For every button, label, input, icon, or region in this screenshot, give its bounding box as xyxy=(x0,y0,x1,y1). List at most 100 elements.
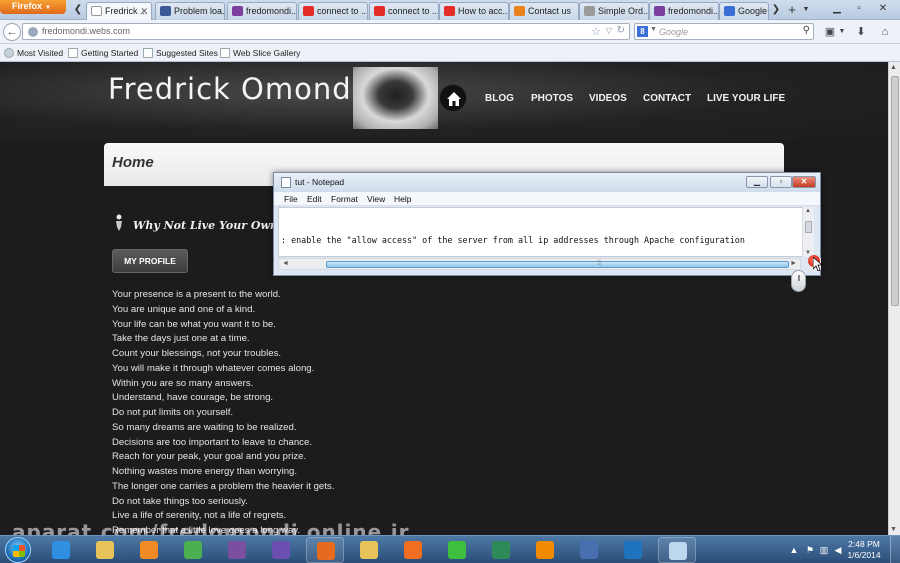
home-nav-button[interactable] xyxy=(439,84,467,112)
action-center-icon[interactable]: ⚑ xyxy=(804,544,816,556)
bookmark-star-icon[interactable]: ☆ xyxy=(591,25,601,38)
taskbar-media-player[interactable] xyxy=(130,537,168,563)
tab-scroll-right-icon[interactable]: ❯ xyxy=(770,3,782,17)
winrar-icon xyxy=(228,541,246,559)
site-title[interactable]: Fredrick Omondi xyxy=(108,72,361,106)
menu-format[interactable]: Format xyxy=(331,194,358,204)
restore-icon[interactable]: ▫ xyxy=(850,2,868,16)
notepad-minimize-button[interactable]: ▁ xyxy=(746,176,768,188)
tab-simple-order[interactable]: Simple Ord... xyxy=(579,2,649,20)
notepad-vscroll-thumb[interactable] xyxy=(805,221,812,233)
tab-fredrick[interactable]: Fredrick ... ✕ xyxy=(86,2,152,20)
taskbar-video-editor[interactable] xyxy=(570,537,608,563)
tab-scroll-left-icon[interactable]: ❮ xyxy=(72,3,84,17)
tab-how-to-access[interactable]: How to acc... xyxy=(439,2,509,20)
tab-connect-to-2[interactable]: connect to ... xyxy=(369,2,439,20)
new-tab-icon[interactable]: + xyxy=(786,3,798,17)
close-window-icon[interactable]: ✕ xyxy=(874,2,892,16)
web-page: Fredrick Omondi BLOG PHOTOS VIDEOS CONTA… xyxy=(0,62,888,535)
taskbar-chrome[interactable] xyxy=(174,537,212,563)
back-button[interactable]: ← xyxy=(3,23,21,41)
tab-fredomondi-1[interactable]: fredomondi... xyxy=(227,2,297,20)
nav-live-your-life[interactable]: LIVE YOUR LIFE xyxy=(707,93,785,104)
taskbar-green-app[interactable] xyxy=(438,537,476,563)
firefox-icon xyxy=(317,542,335,560)
nav-blog[interactable]: BLOG xyxy=(485,93,514,104)
show-hidden-icons-icon[interactable]: ▲ xyxy=(788,544,800,556)
menu-file[interactable]: File xyxy=(284,194,298,204)
bookmark-web-slice-gallery[interactable]: Web Slice Gallery xyxy=(220,47,300,59)
minimize-icon[interactable]: ▁ xyxy=(828,2,846,16)
youtube-icon xyxy=(444,6,455,16)
notepad-hscroll-thumb[interactable]: ⦙⦙⦙ xyxy=(326,260,789,268)
bookmark-getting-started[interactable]: Getting Started xyxy=(68,47,138,59)
internet-explorer-icon xyxy=(52,541,70,559)
google-icon xyxy=(724,6,735,16)
tab-problem-loading[interactable]: Problem loa... xyxy=(155,2,225,20)
search-icon[interactable]: ⚲ xyxy=(803,25,810,36)
url-history-dropdown-icon[interactable]: ▽ xyxy=(606,26,612,35)
bookmark-most-visited[interactable]: Most Visited xyxy=(4,47,63,59)
download-icon[interactable]: ⬇ xyxy=(853,24,869,40)
bookmark-suggested-sites[interactable]: Suggested Sites xyxy=(143,47,218,59)
taskbar-file-explorer[interactable] xyxy=(86,537,124,563)
addon-dropdown-icon[interactable]: ▼ xyxy=(834,24,850,40)
tab-connect-to-1[interactable]: connect to ... xyxy=(298,2,368,20)
home-icon[interactable]: ⌂ xyxy=(877,24,893,40)
notepad-horizontal-scrollbar[interactable]: ◄ ⦙⦙⦙ ► xyxy=(278,258,801,270)
site-identity-icon[interactable] xyxy=(28,27,38,37)
notepad-vertical-scrollbar[interactable]: ▲ ▼ xyxy=(802,207,814,257)
vlc-icon xyxy=(536,541,554,559)
taskbar-vlc[interactable] xyxy=(526,537,564,563)
my-profile-button[interactable]: MY PROFILE xyxy=(112,249,188,273)
start-button[interactable] xyxy=(5,537,31,563)
nav-videos[interactable]: VIDEOS xyxy=(589,93,627,104)
taskbar-notepad[interactable] xyxy=(658,537,696,563)
taskbar-network-globe[interactable] xyxy=(482,537,520,563)
taskbar-teamviewer[interactable] xyxy=(614,537,652,563)
nav-photos[interactable]: PHOTOS xyxy=(531,93,573,104)
clock[interactable]: 2:48 PM 1/6/2014 xyxy=(842,539,886,561)
search-engine-icon[interactable]: 8 xyxy=(637,26,648,37)
notepad-text-area[interactable]: : enable the "allow access" of the serve… xyxy=(278,207,811,257)
network-icon[interactable]: ▥ xyxy=(818,544,830,556)
home-icon xyxy=(447,92,461,106)
list-all-tabs-icon[interactable]: ▼ xyxy=(800,3,812,17)
scroll-down-icon[interactable]: ▼ xyxy=(890,526,897,533)
taskbar-folder[interactable] xyxy=(350,537,388,563)
search-engine-dropdown-icon[interactable]: ▼ xyxy=(650,26,657,33)
menu-help[interactable]: Help xyxy=(394,194,411,204)
poem-text: Your presence is a present to the world.… xyxy=(112,288,432,535)
tab-fredomondi-2[interactable]: fredomondi... xyxy=(649,2,719,20)
menu-edit[interactable]: Edit xyxy=(307,194,322,204)
firefox-menu-label: Firefox xyxy=(12,1,43,11)
taskbar-internet-explorer[interactable] xyxy=(42,537,80,563)
scroll-right-icon[interactable]: ► xyxy=(790,260,797,267)
show-desktop-button[interactable] xyxy=(890,536,900,563)
scroll-up-icon[interactable]: ▲ xyxy=(805,208,811,214)
firefox-menu-button[interactable]: Firefox ▼ xyxy=(0,0,66,14)
nav-contact[interactable]: CONTACT xyxy=(643,93,691,104)
taskbar-firefox[interactable] xyxy=(306,537,344,563)
notepad-close-button[interactable]: ✕ xyxy=(792,176,816,188)
page-scroll-thumb[interactable] xyxy=(891,76,899,306)
notepad-maximize-button[interactable]: ▫ xyxy=(770,176,792,188)
contact-icon xyxy=(514,6,525,16)
page-scrollbar[interactable]: ▲ ▼ xyxy=(888,62,900,535)
poem-line: You are unique and one of a kind. xyxy=(112,303,256,315)
scroll-up-icon[interactable]: ▲ xyxy=(890,64,897,71)
tab-contact-us[interactable]: Contact us xyxy=(509,2,579,20)
taskbar-xampp[interactable] xyxy=(394,537,432,563)
menu-view[interactable]: View xyxy=(367,194,385,204)
reload-icon[interactable]: ↻ xyxy=(617,25,625,36)
notepad-titlebar[interactable]: tut - Notepad ▁ ▫ ✕ xyxy=(274,173,820,192)
close-tab-icon[interactable]: ✕ xyxy=(140,3,148,19)
page-icon xyxy=(68,48,78,58)
poem-line: Your life can be what you want it to be. xyxy=(112,318,276,330)
taskbar-winrar[interactable] xyxy=(218,537,256,563)
url-bar[interactable]: fredomondi.webs.com ☆ ▽ ↻ xyxy=(22,23,630,40)
scroll-left-icon[interactable]: ◄ xyxy=(282,260,289,267)
tab-google[interactable]: Google xyxy=(719,2,769,20)
search-bar[interactable]: 8 ▼ Google ⚲ xyxy=(634,23,814,40)
taskbar-visual-studio[interactable] xyxy=(262,537,300,563)
